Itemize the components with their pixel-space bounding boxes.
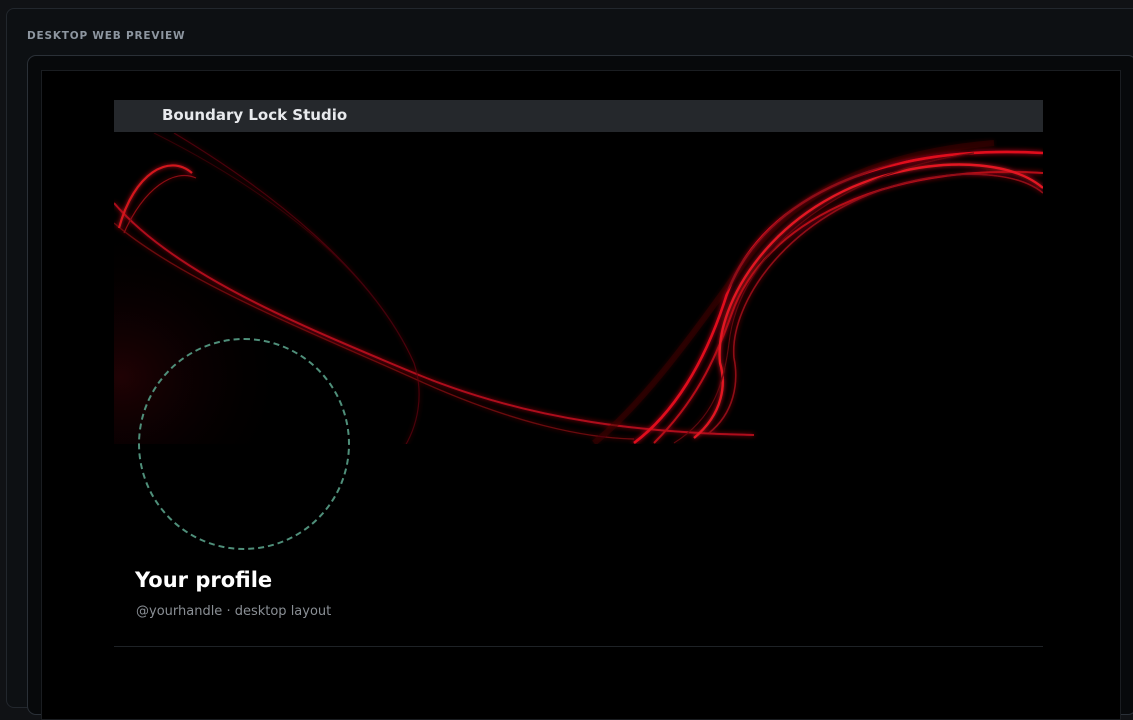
site-preview: Boundary Lock Studio Your profile @yourh… [114, 100, 1043, 660]
panel-title: DESKTOP WEB PREVIEW [27, 30, 186, 42]
site-header: Boundary Lock Studio [114, 100, 1043, 132]
preview-frame: Boundary Lock Studio Your profile @yourh… [27, 55, 1133, 720]
section-divider [114, 646, 1043, 647]
avatar-placeholder [138, 338, 350, 550]
preview-canvas: Boundary Lock Studio Your profile @yourh… [41, 70, 1121, 720]
profile-handle-subtitle: @yourhandle · desktop layout [136, 604, 332, 619]
site-title: Boundary Lock Studio [162, 106, 348, 124]
profile-name: Your profile [135, 568, 273, 592]
desktop-web-preview-panel: DESKTOP WEB PREVIEW Boundary Lock Studio [6, 8, 1133, 720]
